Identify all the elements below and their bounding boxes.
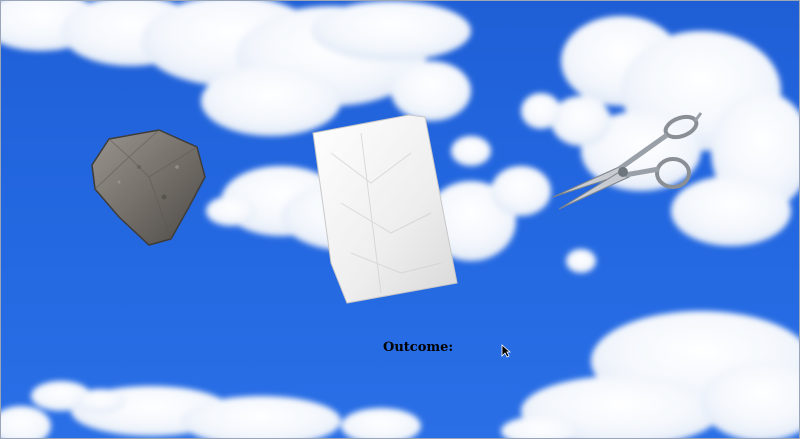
scissors-icon[interactable] xyxy=(549,109,705,215)
mouse-cursor-icon xyxy=(501,344,511,358)
outcome-label: Outcome: xyxy=(383,340,454,355)
rock-icon[interactable] xyxy=(89,127,207,247)
game-board: Outcome: xyxy=(0,0,800,439)
outcome-line: Outcome: xyxy=(383,340,457,355)
paper-icon[interactable] xyxy=(311,113,459,305)
